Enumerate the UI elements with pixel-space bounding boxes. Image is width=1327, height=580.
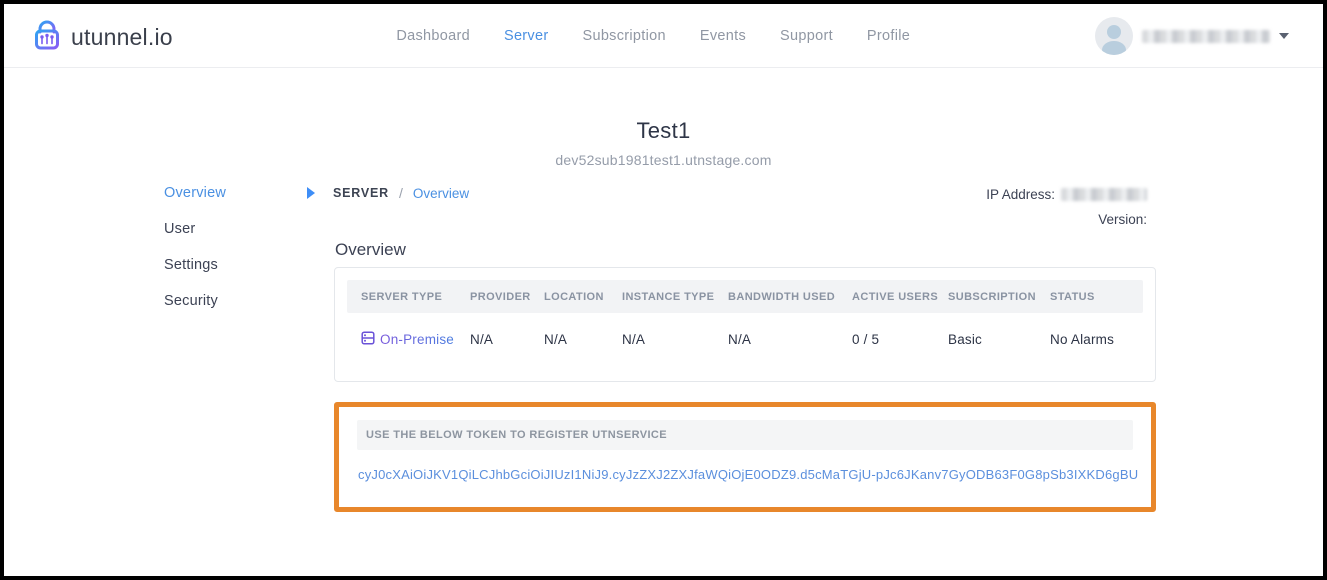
server-icon <box>361 331 375 348</box>
sidebar-item-security[interactable]: Security <box>164 293 226 309</box>
cell-server-type[interactable]: On-Premise <box>361 331 470 348</box>
username-redacted <box>1142 30 1270 43</box>
cell-active-users: 0 / 5 <box>852 332 948 347</box>
triangle-right-icon <box>307 187 315 199</box>
col-status: STATUS <box>1050 291 1143 303</box>
avatar <box>1095 17 1133 55</box>
token-instruction: USE THE BELOW TOKEN TO REGISTER UTNSERVI… <box>366 429 667 441</box>
server-subdomain: dev52sub1981test1.utnstage.com <box>4 152 1323 168</box>
cell-provider: N/A <box>470 332 544 347</box>
lock-circuit-logo-icon <box>30 18 64 57</box>
sidebar-item-overview[interactable]: Overview <box>164 185 226 201</box>
cell-bandwidth-used: N/A <box>728 332 852 347</box>
col-subscription: SUBSCRIPTION <box>948 291 1050 303</box>
nav-item-profile[interactable]: Profile <box>867 28 910 44</box>
col-instance-type: INSTANCE TYPE <box>622 291 728 303</box>
person-icon <box>1107 25 1121 39</box>
col-bandwidth-used: BANDWIDTH USED <box>728 291 852 303</box>
table-row: On-Premise N/A N/A N/A N/A 0 / 5 Basic N… <box>347 313 1143 365</box>
caret-down-icon <box>1279 33 1289 39</box>
nav-item-server[interactable]: Server <box>504 28 549 44</box>
nav-item-subscription[interactable]: Subscription <box>582 28 665 44</box>
col-active-users: ACTIVE USERS <box>852 291 948 303</box>
cell-server-type-label: On-Premise <box>380 332 454 347</box>
brand-name: utunnel.io <box>71 24 173 51</box>
server-sidebar: Overview User Settings Security <box>164 185 226 309</box>
ip-address-redacted <box>1061 188 1147 201</box>
col-provider: PROVIDER <box>470 291 544 303</box>
user-menu[interactable] <box>1095 17 1289 55</box>
cell-instance-type: N/A <box>622 332 728 347</box>
brand-logo[interactable]: utunnel.io <box>30 18 173 57</box>
server-name-title: Test1 <box>4 118 1323 144</box>
token-card-header: USE THE BELOW TOKEN TO REGISTER UTNSERVI… <box>357 420 1133 450</box>
ip-address-label: IP Address: <box>986 187 1055 202</box>
nav-item-dashboard[interactable]: Dashboard <box>396 28 470 44</box>
breadcrumb: SERVER / Overview <box>307 185 469 201</box>
cell-status: No Alarms <box>1050 332 1143 347</box>
breadcrumb-current[interactable]: Overview <box>413 186 469 201</box>
sidebar-item-user[interactable]: User <box>164 221 226 237</box>
breadcrumb-section: SERVER <box>333 186 389 200</box>
sidebar-item-settings[interactable]: Settings <box>164 257 226 273</box>
top-navbar: utunnel.io Dashboard Server Subscription… <box>4 4 1323 68</box>
breadcrumb-separator: / <box>399 185 403 201</box>
col-server-type: SERVER TYPE <box>361 291 470 303</box>
col-location: LOCATION <box>544 291 622 303</box>
nav-item-events[interactable]: Events <box>700 28 746 44</box>
table-header-row: SERVER TYPE PROVIDER LOCATION INSTANCE T… <box>347 280 1143 313</box>
server-overview-card: SERVER TYPE PROVIDER LOCATION INSTANCE T… <box>334 267 1156 382</box>
app-window: utunnel.io Dashboard Server Subscription… <box>0 0 1327 580</box>
register-token-card: USE THE BELOW TOKEN TO REGISTER UTNSERVI… <box>334 402 1156 512</box>
server-meta: IP Address: Version: <box>986 185 1147 228</box>
version-label: Version: <box>1098 212 1147 227</box>
cell-location: N/A <box>544 332 622 347</box>
main-nav: Dashboard Server Subscription Events Sup… <box>396 4 910 68</box>
nav-item-support[interactable]: Support <box>780 28 833 44</box>
cell-subscription: Basic <box>948 332 1050 347</box>
registration-token[interactable]: cyJ0cXAiOiJKV1QiLCJhbGciOiJIUzI1NiJ9.cyJ… <box>357 467 1133 482</box>
overview-heading: Overview <box>335 240 406 260</box>
